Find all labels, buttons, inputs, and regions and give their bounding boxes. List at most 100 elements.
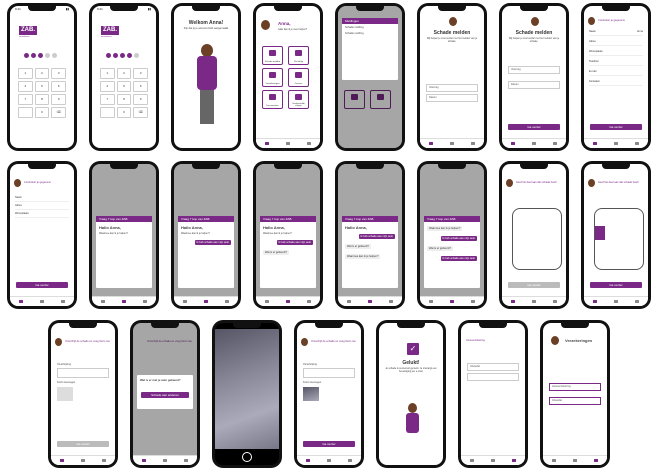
key[interactable]: 4 bbox=[100, 81, 115, 92]
selected-part[interactable] bbox=[595, 226, 605, 240]
chat-icon[interactable] bbox=[162, 459, 167, 462]
insurance-field[interactable] bbox=[467, 373, 519, 381]
key[interactable]: 7 bbox=[100, 94, 115, 105]
dialog-button[interactable]: Schade aan anderen bbox=[141, 392, 189, 398]
chat-icon[interactable] bbox=[449, 142, 454, 145]
home-icon[interactable] bbox=[551, 459, 556, 462]
chat-icon[interactable] bbox=[613, 300, 618, 303]
key[interactable]: 6 bbox=[51, 81, 66, 92]
home-icon[interactable] bbox=[18, 300, 23, 303]
image-placeholder-icon[interactable] bbox=[57, 387, 73, 401]
next-button[interactable]: Ga verder bbox=[57, 441, 109, 447]
chat-icon[interactable] bbox=[449, 300, 454, 303]
home-icon[interactable] bbox=[428, 300, 433, 303]
tile-schade[interactable]: Schade melden bbox=[262, 46, 283, 65]
home-icon[interactable] bbox=[346, 300, 351, 303]
car-diagram[interactable] bbox=[512, 208, 562, 270]
menu-icon[interactable] bbox=[143, 300, 148, 303]
home-icon[interactable] bbox=[305, 459, 310, 462]
chat-icon[interactable] bbox=[531, 300, 536, 303]
key[interactable]: 4 bbox=[18, 81, 33, 92]
home-icon[interactable] bbox=[59, 459, 64, 462]
key[interactable]: 0 bbox=[34, 107, 50, 118]
home-icon[interactable] bbox=[592, 142, 597, 145]
menu-icon[interactable] bbox=[184, 459, 189, 462]
description-input[interactable] bbox=[57, 368, 109, 378]
insurance-field[interactable]: Inboedel bbox=[467, 363, 519, 371]
menu-icon[interactable] bbox=[102, 459, 107, 462]
vehicle-select[interactable]: Voertuig bbox=[426, 84, 478, 92]
key[interactable]: 9 bbox=[133, 94, 148, 105]
key[interactable]: 2 bbox=[116, 68, 132, 79]
menu-icon[interactable] bbox=[471, 142, 476, 145]
next-button[interactable]: Ga verder bbox=[590, 282, 642, 288]
menu-icon[interactable] bbox=[307, 142, 312, 145]
tile-verzekeringen[interactable]: Verzekeringen bbox=[262, 68, 283, 87]
home-icon[interactable] bbox=[141, 459, 146, 462]
menu-icon[interactable] bbox=[389, 300, 394, 303]
insurance-card[interactable]: Inboedel bbox=[549, 397, 601, 405]
tile-faq[interactable]: Veelgestelde vragen bbox=[288, 90, 309, 109]
menu-icon[interactable] bbox=[553, 300, 558, 303]
key[interactable]: 6 bbox=[133, 81, 148, 92]
menu-icon[interactable] bbox=[553, 142, 558, 145]
next-button[interactable]: Ga verder bbox=[508, 282, 560, 288]
key[interactable]: 3 bbox=[51, 68, 66, 79]
home-icon[interactable] bbox=[428, 142, 433, 145]
next-button[interactable]: Ga verder bbox=[303, 441, 355, 447]
chat-icon[interactable] bbox=[80, 459, 85, 462]
vehicle-select[interactable]: Voertuig bbox=[508, 66, 560, 74]
key[interactable]: 5 bbox=[34, 81, 50, 92]
next-button[interactable]: Ga verder bbox=[590, 124, 642, 130]
menu-icon[interactable] bbox=[348, 459, 353, 462]
menu-icon[interactable] bbox=[61, 300, 66, 303]
key[interactable]: 9 bbox=[51, 94, 66, 105]
home-icon[interactable] bbox=[182, 300, 187, 303]
chat-icon[interactable] bbox=[490, 459, 495, 462]
home-icon[interactable] bbox=[592, 300, 597, 303]
notification-item[interactable]: Schade melding bbox=[345, 32, 364, 36]
key[interactable]: 8 bbox=[34, 94, 50, 105]
menu-icon[interactable] bbox=[471, 300, 476, 303]
next-button[interactable]: Ga verder bbox=[16, 282, 68, 288]
chat-icon[interactable] bbox=[203, 300, 208, 303]
chat-icon[interactable] bbox=[285, 300, 290, 303]
key[interactable]: 2 bbox=[34, 68, 50, 79]
insurance-card[interactable]: Autoverzekering bbox=[549, 383, 601, 391]
key[interactable]: 8 bbox=[116, 94, 132, 105]
home-icon[interactable] bbox=[510, 300, 515, 303]
chat-icon[interactable] bbox=[285, 142, 290, 145]
photo-thumbnail[interactable] bbox=[303, 387, 319, 401]
date-field[interactable]: Datum bbox=[508, 81, 560, 89]
home-icon[interactable] bbox=[264, 300, 269, 303]
menu-icon[interactable] bbox=[307, 300, 312, 303]
home-icon[interactable] bbox=[510, 142, 515, 145]
chat-icon[interactable] bbox=[572, 459, 577, 462]
chat-icon[interactable] bbox=[531, 142, 536, 145]
menu-icon[interactable] bbox=[225, 300, 230, 303]
tile-documenten[interactable]: Documenten bbox=[262, 90, 283, 109]
key[interactable]: 1 bbox=[18, 68, 33, 79]
chat-icon[interactable] bbox=[39, 300, 44, 303]
key[interactable]: 5 bbox=[116, 81, 132, 92]
menu-icon[interactable] bbox=[512, 459, 517, 462]
chat-icon[interactable] bbox=[613, 142, 618, 145]
next-button[interactable]: Ga verder bbox=[508, 124, 560, 130]
home-icon[interactable] bbox=[469, 459, 474, 462]
notification-item[interactable]: Schade melding bbox=[345, 26, 364, 30]
description-input[interactable] bbox=[303, 368, 355, 378]
menu-icon[interactable] bbox=[594, 459, 599, 462]
key[interactable]: 1 bbox=[100, 68, 115, 79]
shutter-button[interactable] bbox=[242, 452, 252, 462]
chat-icon[interactable] bbox=[326, 459, 331, 462]
home-icon[interactable] bbox=[264, 142, 269, 145]
chat-icon[interactable] bbox=[367, 300, 372, 303]
key[interactable]: 3 bbox=[133, 68, 148, 79]
menu-icon[interactable] bbox=[635, 300, 640, 303]
menu-icon[interactable] bbox=[635, 142, 640, 145]
key[interactable]: 7 bbox=[18, 94, 33, 105]
backspace-key[interactable]: ⌫ bbox=[51, 107, 66, 118]
key[interactable]: 0 bbox=[116, 107, 132, 118]
chat-icon[interactable] bbox=[121, 300, 126, 303]
backspace-key[interactable]: ⌫ bbox=[133, 107, 148, 118]
